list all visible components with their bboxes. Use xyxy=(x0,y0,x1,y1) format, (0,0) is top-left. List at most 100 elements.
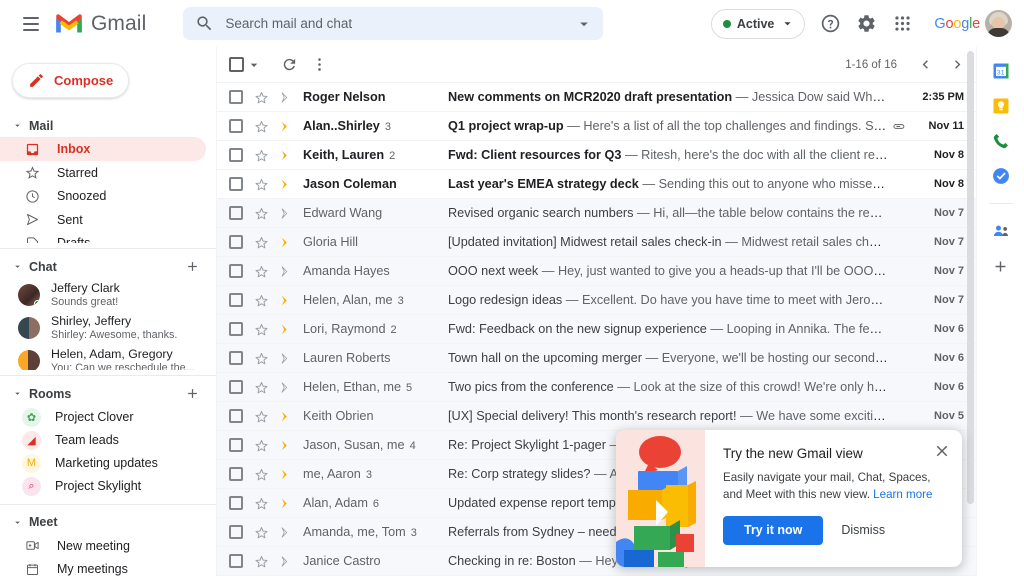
star-icon[interactable] xyxy=(253,235,270,250)
row-checkbox[interactable] xyxy=(229,380,243,394)
table-row[interactable]: Helen, Alan, me 3 Logo redesign ideas — Ex… xyxy=(217,286,976,315)
sidebar-item-sent[interactable]: Sent xyxy=(0,208,206,232)
important-marker-icon[interactable] xyxy=(277,322,294,337)
sidebar-item-new-meeting[interactable]: New meeting xyxy=(0,534,206,558)
table-row[interactable]: Lauren Roberts Town hall on the upcoming … xyxy=(217,344,976,373)
row-checkbox[interactable] xyxy=(229,235,243,249)
table-row[interactable]: Edward Wang Revised organic search number… xyxy=(217,199,976,228)
star-icon[interactable] xyxy=(253,177,270,192)
compose-button[interactable]: Compose xyxy=(12,63,129,99)
learn-more-link[interactable]: Learn more xyxy=(873,488,932,501)
table-row[interactable]: Amanda Hayes OOO next week — Hey, just wa… xyxy=(217,257,976,286)
list-scrollbar[interactable] xyxy=(967,51,974,504)
star-icon[interactable] xyxy=(253,525,270,540)
row-checkbox[interactable] xyxy=(229,496,243,510)
star-icon[interactable] xyxy=(253,467,270,482)
star-icon[interactable] xyxy=(253,351,270,366)
row-checkbox[interactable] xyxy=(229,409,243,423)
section-rooms[interactable]: Rooms xyxy=(0,382,216,405)
contacts-icon[interactable] xyxy=(990,220,1012,242)
sidebar-item-room[interactable]: M Marketing updates xyxy=(0,452,206,475)
star-icon[interactable] xyxy=(253,293,270,308)
important-marker-icon[interactable] xyxy=(277,119,294,134)
sidebar-item-starred[interactable]: Starred xyxy=(0,161,206,185)
table-row[interactable]: Alan..Shirley 3 Q1 project wrap-up — Here'… xyxy=(217,112,976,141)
star-icon[interactable] xyxy=(253,438,270,453)
sidebar-item-my-meetings[interactable]: My meetings xyxy=(0,557,206,576)
section-chat[interactable]: Chat xyxy=(0,255,216,278)
settings-button[interactable] xyxy=(849,7,883,41)
star-icon[interactable] xyxy=(253,90,270,105)
list-item[interactable]: Jeffery Clark Sounds great! xyxy=(0,278,206,311)
gmail-brand[interactable]: Gmail xyxy=(54,12,146,36)
star-icon[interactable] xyxy=(253,148,270,163)
dismiss-button[interactable]: Dismiss xyxy=(835,516,891,545)
important-marker-icon[interactable] xyxy=(277,206,294,221)
close-button[interactable] xyxy=(933,442,951,460)
hamburger-icon[interactable] xyxy=(14,7,48,41)
important-marker-icon[interactable] xyxy=(277,554,294,569)
tasks-icon[interactable] xyxy=(990,165,1012,187)
important-marker-icon[interactable] xyxy=(277,409,294,424)
chevron-down-icon[interactable] xyxy=(246,57,262,73)
table-row[interactable]: Keith Obrien [UX] Special delivery! This … xyxy=(217,402,976,431)
important-marker-icon[interactable] xyxy=(277,351,294,366)
row-checkbox[interactable] xyxy=(229,206,243,220)
star-icon[interactable] xyxy=(253,206,270,221)
important-marker-icon[interactable] xyxy=(277,235,294,250)
sidebar-item-room[interactable]: ◢ Team leads xyxy=(0,429,206,452)
help-button[interactable] xyxy=(813,7,847,41)
sidebar-item-snoozed[interactable]: Snoozed xyxy=(0,184,206,208)
table-row[interactable]: Jason Coleman Last year's EMEA strategy d… xyxy=(217,170,976,199)
add-chat-button[interactable] xyxy=(185,259,200,274)
star-icon[interactable] xyxy=(253,264,270,279)
table-row[interactable]: Lori, Raymond 2 Fwd: Feedback on the new s… xyxy=(217,315,976,344)
star-icon[interactable] xyxy=(253,322,270,337)
sidebar-item-inbox[interactable]: Inbox xyxy=(0,137,206,161)
search-bar[interactable] xyxy=(183,7,604,40)
important-marker-icon[interactable] xyxy=(277,177,294,192)
refresh-button[interactable] xyxy=(274,50,304,80)
important-marker-icon[interactable] xyxy=(277,148,294,163)
row-checkbox[interactable] xyxy=(229,554,243,568)
scrollbar-thumb[interactable] xyxy=(967,51,974,504)
row-checkbox[interactable] xyxy=(229,322,243,336)
important-marker-icon[interactable] xyxy=(277,496,294,511)
star-icon[interactable] xyxy=(253,496,270,511)
row-checkbox[interactable] xyxy=(229,264,243,278)
row-checkbox[interactable] xyxy=(229,351,243,365)
list-item[interactable]: Shirley, Jeffery Shirley: Awesome, thank… xyxy=(0,311,206,344)
prev-page-button[interactable] xyxy=(910,50,940,80)
sidebar-item-drafts[interactable]: Drafts xyxy=(0,231,206,244)
star-icon[interactable] xyxy=(253,380,270,395)
important-marker-icon[interactable] xyxy=(277,90,294,105)
row-checkbox[interactable] xyxy=(229,467,243,481)
important-marker-icon[interactable] xyxy=(277,293,294,308)
important-marker-icon[interactable] xyxy=(277,525,294,540)
more-options-button[interactable] xyxy=(304,50,334,80)
list-item[interactable]: Helen, Adam, Gregory You: Can we resched… xyxy=(0,344,206,371)
row-checkbox[interactable] xyxy=(229,177,243,191)
add-room-button[interactable] xyxy=(185,386,200,401)
avatar[interactable] xyxy=(985,10,1012,37)
star-icon[interactable] xyxy=(253,409,270,424)
keep-icon[interactable] xyxy=(990,95,1012,117)
table-row[interactable]: Roger Nelson New comments on MCR2020 draf… xyxy=(217,83,976,112)
row-checkbox[interactable] xyxy=(229,438,243,452)
voice-icon[interactable] xyxy=(990,130,1012,152)
sidebar-item-room[interactable]: Y Yoga and Relaxation xyxy=(0,498,206,499)
search-options-button[interactable] xyxy=(571,11,597,37)
apps-button[interactable] xyxy=(885,7,919,41)
section-mail[interactable]: Mail xyxy=(0,114,216,137)
important-marker-icon[interactable] xyxy=(277,380,294,395)
star-icon[interactable] xyxy=(253,554,270,569)
sidebar-item-room[interactable]: ✿ Project Clover xyxy=(0,406,206,429)
add-icon[interactable] xyxy=(990,255,1012,277)
try-it-now-button[interactable]: Try it now xyxy=(723,515,824,545)
calendar-icon[interactable]: 31 xyxy=(990,60,1012,82)
important-marker-icon[interactable] xyxy=(277,264,294,279)
important-marker-icon[interactable] xyxy=(277,438,294,453)
account-button[interactable]: Google xyxy=(925,7,1016,41)
row-checkbox[interactable] xyxy=(229,148,243,162)
search-input[interactable] xyxy=(225,16,572,31)
